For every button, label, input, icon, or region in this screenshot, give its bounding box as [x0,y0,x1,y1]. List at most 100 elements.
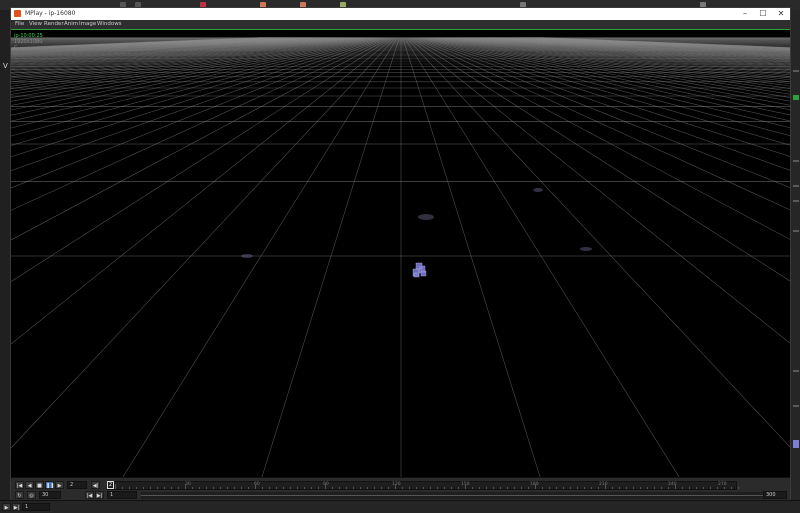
step-back-icon[interactable]: ◀| [91,481,100,489]
frame-cursor[interactable]: 2 [107,481,114,489]
loop-icon[interactable]: ↻ [15,491,24,499]
timeline-tick [717,487,718,489]
timeline-scrubber[interactable]: 30 60 90 120 150 180 210 240 270 [107,481,739,490]
grid-line [537,37,790,49]
grid-line [528,37,790,50]
play-icon[interactable]: ▶ [2,503,11,511]
grid-line [11,37,375,116]
grid-line [11,37,358,83]
grid-line [11,37,281,51]
title-bar[interactable]: MPlay - ip-16080 – ☐ ✕ [11,8,790,20]
step-forward-icon[interactable]: ▶| [12,503,21,511]
timeline-tick [619,487,620,489]
end-frame-field[interactable]: 300 [763,491,787,499]
distant-object [580,247,592,251]
host-frame-field[interactable]: 1 [22,503,50,511]
grid-line [483,37,790,59]
grid-line [526,37,790,50]
timeline-tick [668,487,669,489]
timeline-tick [528,487,529,489]
timeline-tick [150,487,151,489]
timeline-tick [409,487,410,489]
grid-line [11,37,305,55]
maximize-button[interactable]: ☐ [754,8,772,20]
timeline-tick [262,487,263,489]
grid-line [11,37,302,55]
grid-line [495,37,790,56]
minimize-button[interactable]: – [736,8,754,20]
timeline-tick [633,487,634,489]
distant-object [241,254,253,258]
grid-line [11,37,274,50]
grid-line [11,37,284,51]
timeline-tick [332,487,333,489]
grid-line [509,37,790,53]
timeline-tick [206,487,207,489]
menu-anim[interactable]: Anim [64,21,78,27]
range-end-icon[interactable]: ▶| [95,491,104,499]
play-forward-icon[interactable]: ▶ [55,481,64,489]
grid-line [455,37,790,73]
range-start-icon[interactable]: |◀ [85,491,94,499]
timeline-tick [437,487,438,489]
host-playbar: ▶ ▶| 1 [0,500,800,513]
current-frame-field[interactable]: 2 [67,481,87,489]
grid-line [11,37,332,64]
play-reverse-icon[interactable]: ◀ [25,481,34,489]
timeline-tick [647,487,648,489]
menu-image[interactable]: Image [79,21,96,27]
pause-icon[interactable]: ❚❚ [45,481,54,489]
timeline-tick [283,487,284,489]
grid-line [11,37,382,146]
timeline-tick [234,487,235,489]
timeline-tick [640,487,641,489]
timeline-tick [325,484,326,489]
grid-line [11,37,293,53]
grid-line [11,37,396,449]
timeline-tick [500,487,501,489]
menu-file[interactable]: File [15,21,24,27]
timeline-tick [507,487,508,489]
grid-line [11,37,307,56]
timeline-tick [493,487,494,489]
grid-line [11,37,335,66]
grid-line [539,37,790,49]
grid-line [511,37,790,53]
realtime-icon[interactable]: ◎ [27,491,36,499]
start-frame-field[interactable]: 1 [107,491,137,499]
menu-view[interactable]: View [29,21,42,27]
grid-line [481,37,790,60]
timeline-tick [353,487,354,489]
timeline-tick [682,487,683,489]
fps-field[interactable]: 30 [39,491,61,499]
timeline-tick [276,487,277,489]
timeline-tick [185,484,186,489]
menu-windows[interactable]: Windows [97,21,122,27]
grid-line [498,37,790,55]
timeline-tick [115,484,116,489]
timeline-tick [710,487,711,489]
host-right-panel [791,10,800,500]
grid-line [11,37,326,62]
grid-line [427,37,790,116]
grid-line [456,37,790,72]
menu-render[interactable]: Render [44,21,64,27]
tick-label: 120 [392,482,401,487]
grid-line [532,37,790,49]
grid-line [502,37,790,54]
image-viewport[interactable]: ip-10:00:25 1920x1080 C [11,29,790,478]
range-slider[interactable] [141,492,771,499]
stop-icon[interactable]: ■ [35,481,44,489]
grid-line [11,37,354,79]
grid-line [488,37,790,58]
timeline-tick [143,487,144,489]
timeline-tick [654,487,655,489]
mplay-window: MPlay - ip-16080 – ☐ ✕ File View Render … [10,7,791,500]
timeline-tick [297,487,298,489]
timeline-tick [444,487,445,489]
jump-start-icon[interactable]: |◀ [15,481,24,489]
grid-line [406,37,790,448]
timeline-tick [213,487,214,489]
grid-line [540,37,790,48]
close-button[interactable]: ✕ [772,8,790,20]
